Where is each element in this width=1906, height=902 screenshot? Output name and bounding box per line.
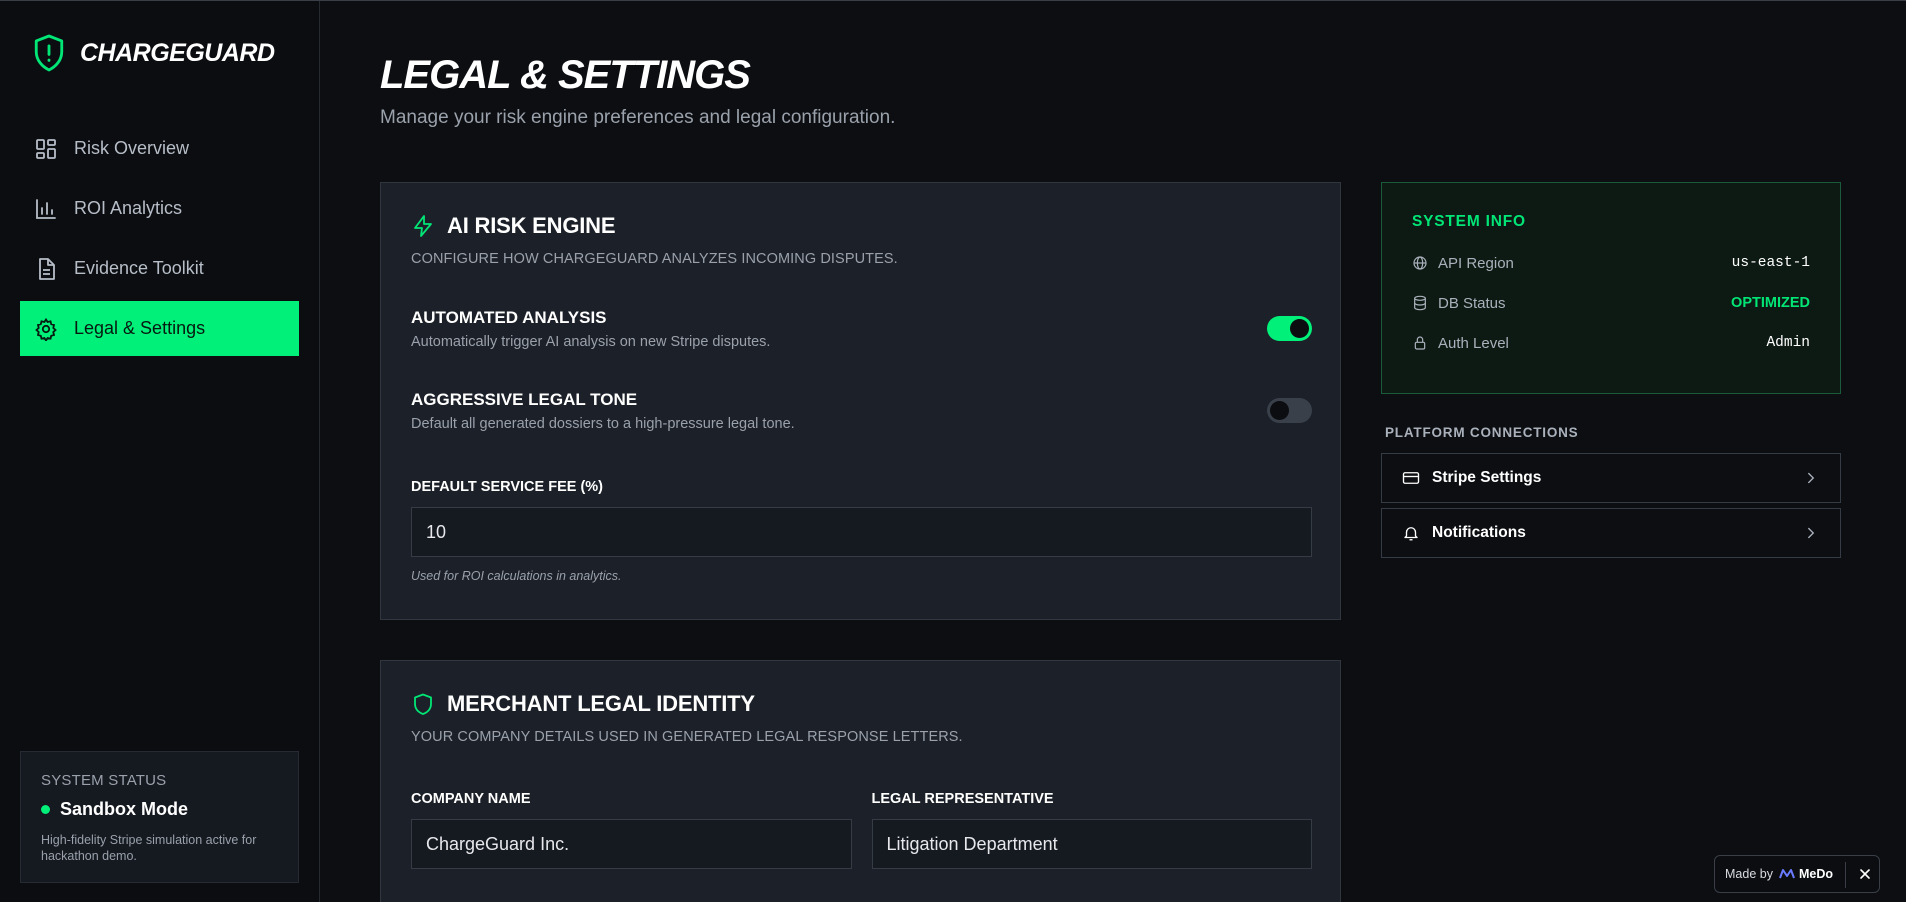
info-label: API Region — [1438, 254, 1514, 272]
document-icon — [39, 257, 55, 280]
badge-divider — [1845, 862, 1846, 888]
made-by-badge[interactable]: Made by MeDo — [1714, 855, 1880, 893]
toggle-knob — [1290, 319, 1309, 338]
sidebar-item-label: Risk Overview — [74, 138, 190, 158]
gear-icon — [35, 317, 57, 341]
sidebar-item-label: ROI Analytics — [74, 198, 183, 218]
system-info-card: SYSTEM INFO API Region us-east-1 DB Stat… — [1381, 182, 1841, 394]
brand[interactable]: CHARGEGUARD — [32, 33, 275, 73]
card-title: AI RISK ENGINE — [447, 213, 616, 238]
info-label: DB Status — [1438, 294, 1506, 312]
close-icon[interactable] — [1855, 864, 1875, 884]
grid-icon — [36, 138, 56, 159]
stripe-settings-link[interactable]: Stripe Settings — [1381, 453, 1841, 503]
notifications-link[interactable]: Notifications — [1381, 508, 1841, 558]
service-fee-input[interactable] — [411, 507, 1312, 557]
company-name-label: COMPANY NAME — [411, 791, 531, 807]
info-row-api-region: API Region us-east-1 — [1412, 243, 1810, 283]
toggle-knob — [1270, 401, 1289, 420]
sidebar-item-label: Legal & Settings — [74, 318, 206, 338]
bell-icon — [1404, 527, 1418, 541]
platform-connections-title: PLATFORM CONNECTIONS — [1385, 425, 1579, 440]
info-value: Admin — [1766, 335, 1810, 351]
sidebar-item-label: Evidence Toolkit — [74, 258, 204, 278]
status-description: High-fidelity Stripe simulation active f… — [41, 833, 257, 863]
badge-brand-name: MeDo — [1798, 867, 1833, 881]
medo-logo-icon — [1779, 869, 1795, 879]
legal-representative-label: LEGAL REPRESENTATIVE — [871, 791, 1054, 807]
connection-label: Notifications — [1432, 524, 1526, 541]
status-mode: Sandbox Mode — [60, 799, 189, 819]
sidebar-item-risk-overview[interactable]: Risk Overview — [20, 121, 299, 176]
main-content: LEGAL & SETTINGS Manage your risk engine… — [320, 1, 1906, 902]
system-info-title: SYSTEM INFO — [1412, 213, 1526, 230]
badge-prefix: Made by — [1725, 867, 1773, 881]
setting-title: AGGRESSIVE LEGAL TONE — [411, 390, 638, 409]
database-icon — [1414, 295, 1426, 311]
shield-alert-icon — [34, 34, 64, 72]
card-description: CONFIGURE HOW CHARGEGUARD ANALYZES INCOM… — [411, 251, 898, 267]
aggressive-tone-setting: AGGRESSIVE LEGAL TONE Default all genera… — [411, 390, 1312, 432]
info-row-db-status: DB Status OPTIMIZED — [1412, 283, 1810, 323]
page-subtitle: Manage your risk engine preferences and … — [380, 107, 896, 128]
brand-name: CHARGEGUARD — [80, 38, 275, 67]
info-value: us-east-1 — [1731, 255, 1810, 271]
shield-icon — [414, 693, 432, 715]
sidebar-item-legal-settings[interactable]: Legal & Settings — [20, 301, 299, 356]
status-kicker: SYSTEM STATUS — [41, 772, 167, 789]
info-row-auth-level: Auth Level Admin — [1412, 323, 1810, 363]
chevron-right-icon — [1808, 472, 1815, 484]
connection-label: Stripe Settings — [1432, 469, 1542, 486]
sidebar: CHARGEGUARD Risk Overview ROI Analytics — [0, 1, 320, 902]
card-description: YOUR COMPANY DETAILS USED IN GENERATED L… — [411, 729, 963, 745]
info-label: Auth Level — [1438, 334, 1509, 352]
ai-risk-engine-card: AI RISK ENGINE CONFIGURE HOW CHARGEGUARD… — [380, 182, 1341, 620]
company-name-field: COMPANY NAME — [411, 791, 852, 869]
company-name-input[interactable] — [411, 819, 852, 869]
automated-analysis-setting: AUTOMATED ANALYSIS Automatically trigger… — [411, 308, 1312, 350]
service-fee-label: DEFAULT SERVICE FEE (%) — [411, 479, 604, 495]
lock-icon — [1414, 336, 1426, 350]
chevron-right-icon — [1808, 527, 1815, 539]
status-dot — [41, 805, 50, 814]
sidebar-item-evidence-toolkit[interactable]: Evidence Toolkit — [20, 241, 299, 296]
bar-chart-icon — [36, 198, 56, 219]
setting-description: Default all generated dossiers to a high… — [411, 416, 795, 432]
lightning-icon — [414, 215, 432, 237]
sidebar-item-roi-analytics[interactable]: ROI Analytics — [20, 181, 299, 236]
card-title: MERCHANT LEGAL IDENTITY — [447, 691, 755, 716]
merchant-legal-identity-card: MERCHANT LEGAL IDENTITY YOUR COMPANY DET… — [380, 660, 1341, 902]
setting-description: Automatically trigger AI analysis on new… — [411, 334, 771, 350]
page-title: LEGAL & SETTINGS — [380, 53, 751, 97]
app-window: CHARGEGUARD Risk Overview ROI Analytics — [0, 0, 1906, 902]
legal-representative-input[interactable] — [871, 819, 1312, 869]
sidebar-nav: Risk Overview ROI Analytics Evidence Too… — [20, 121, 299, 361]
legal-representative-field: LEGAL REPRESENTATIVE — [871, 791, 1312, 869]
setting-title: AUTOMATED ANALYSIS — [411, 308, 607, 327]
automated-analysis-toggle[interactable] — [1267, 316, 1312, 341]
credit-card-icon — [1402, 472, 1420, 484]
service-fee-field: DEFAULT SERVICE FEE (%) Used for ROI cal… — [411, 479, 1312, 583]
globe-icon — [1413, 256, 1427, 270]
info-value: OPTIMIZED — [1731, 295, 1810, 311]
service-fee-help: Used for ROI calculations in analytics. — [411, 569, 622, 583]
system-status-card: SYSTEM STATUS Sandbox Mode High-fidelity… — [20, 751, 299, 883]
aggressive-tone-toggle[interactable] — [1267, 398, 1312, 423]
